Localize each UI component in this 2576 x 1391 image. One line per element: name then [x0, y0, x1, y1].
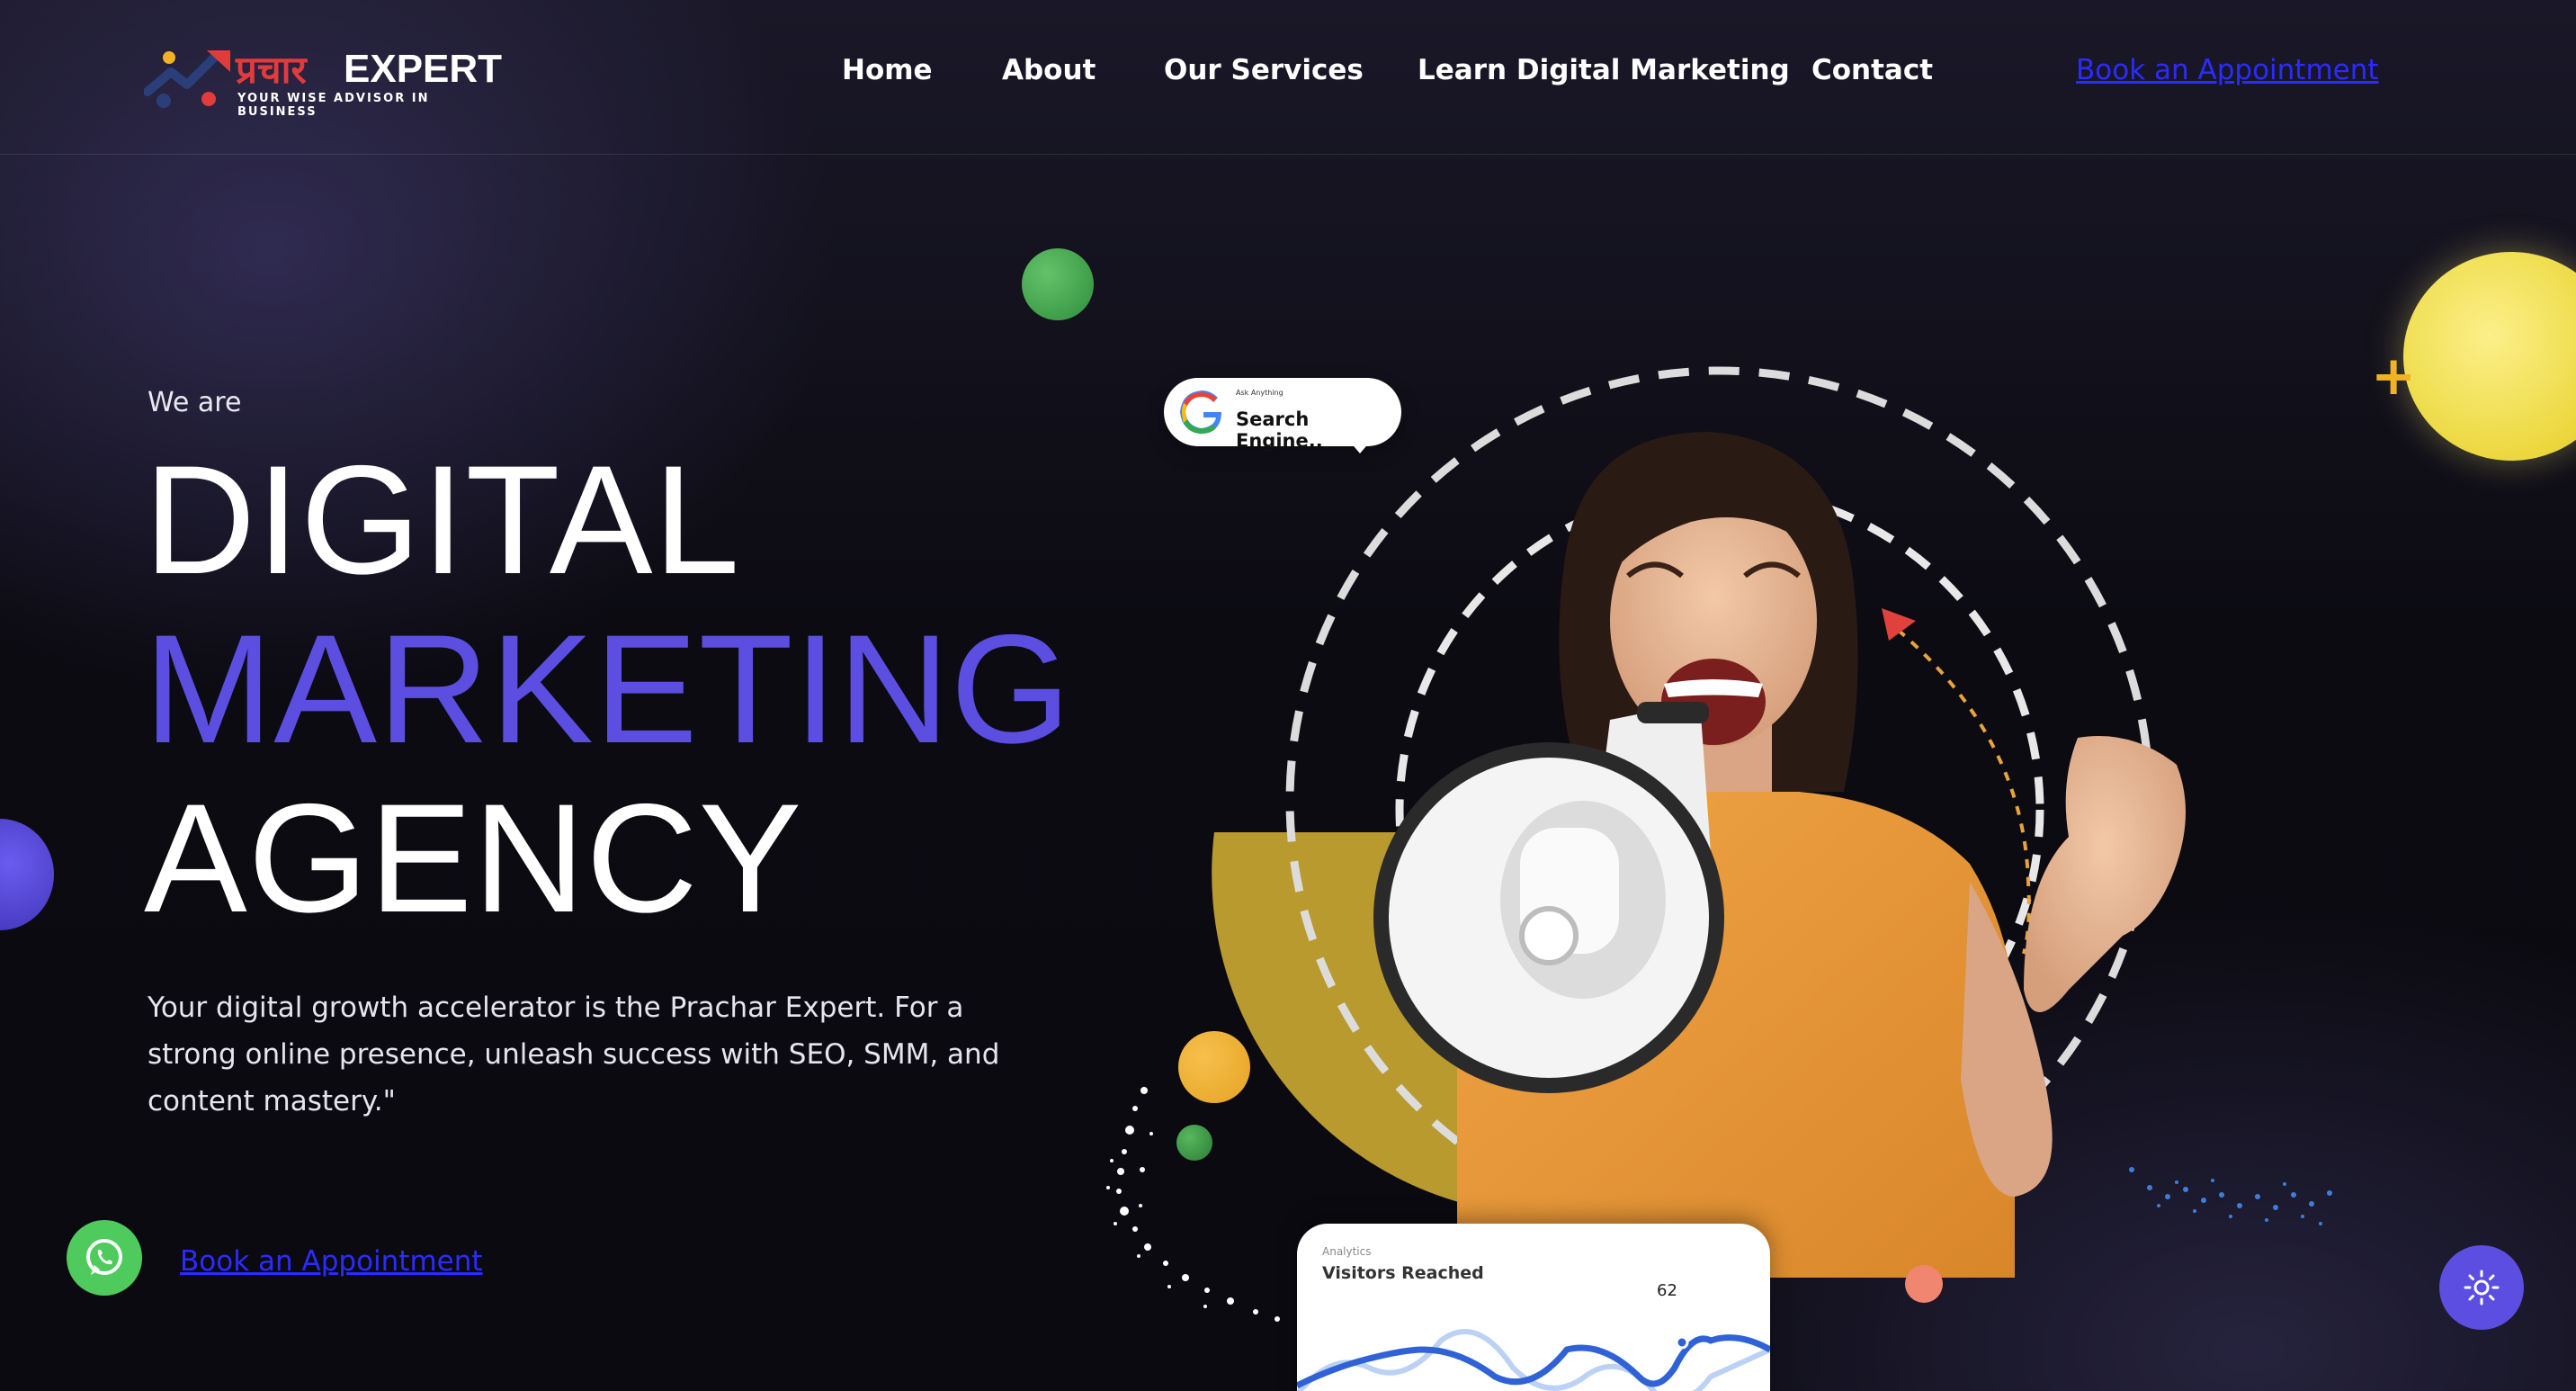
whatsapp-icon	[86, 1239, 122, 1275]
whatsapp-button[interactable]	[67, 1220, 142, 1296]
plus-icon: +	[2371, 345, 2417, 408]
nav-home[interactable]: Home	[842, 54, 933, 86]
logo-tagline: YOUR WISE ADVISOR IN BUSINESS	[237, 92, 430, 119]
search-bubble-text: Search Engine..	[1236, 408, 1323, 452]
hero-title-line-3: AGENCY	[144, 772, 803, 945]
orange-ball	[1178, 1031, 1250, 1103]
hero-intro: We are	[148, 387, 242, 418]
analytics-label: Analytics	[1322, 1245, 1372, 1258]
salmon-ball	[1905, 1265, 1943, 1303]
hero-title-line-1: DIGITAL	[144, 434, 741, 606]
visitors-line-graph	[1297, 1329, 1770, 1391]
small-green-ball	[1176, 1125, 1212, 1161]
search-engine-bubble: Ask Anything Search Engine..	[1164, 378, 1401, 452]
book-appointment-link[interactable]: Book an Appointment	[2076, 54, 2379, 86]
logo-brand-text: EXPERT	[344, 47, 503, 91]
analytics-card: Analytics Visitors Reached 62	[1297, 1224, 1770, 1391]
hero-title-line-2: MARKETING	[144, 603, 1072, 776]
search-bubble-caption: Ask Anything	[1236, 389, 1284, 397]
google-icon	[1180, 390, 1221, 434]
logo-hindi-text: प्रचार	[236, 48, 307, 92]
nav-about[interactable]: About	[1002, 54, 1096, 86]
analytics-title: Visitors Reached	[1322, 1263, 1484, 1283]
site-header: प्रचार EXPERT YOUR WISE ADVISOR IN BUSIN…	[0, 0, 2576, 155]
green-ball	[1022, 248, 1094, 320]
search-bubble-tail	[1349, 441, 1371, 453]
nav-our-services[interactable]: Our Services	[1164, 54, 1364, 86]
nav-learn-digital-marketing[interactable]: Learn Digital Marketing	[1418, 54, 1790, 86]
sun-icon	[2464, 1270, 2500, 1306]
nav-contact[interactable]: Contact	[1811, 54, 1933, 86]
hero-description: Your digital growth accelerator is the P…	[148, 992, 1000, 1117]
book-appointment-bottom-link[interactable]: Book an Appointment	[180, 1245, 483, 1278]
logo[interactable]: प्रचार EXPERT YOUR WISE ADVISOR IN BUSIN…	[144, 43, 504, 119]
logo-mark-icon	[144, 50, 230, 108]
theme-toggle-button[interactable]	[2439, 1245, 2524, 1330]
